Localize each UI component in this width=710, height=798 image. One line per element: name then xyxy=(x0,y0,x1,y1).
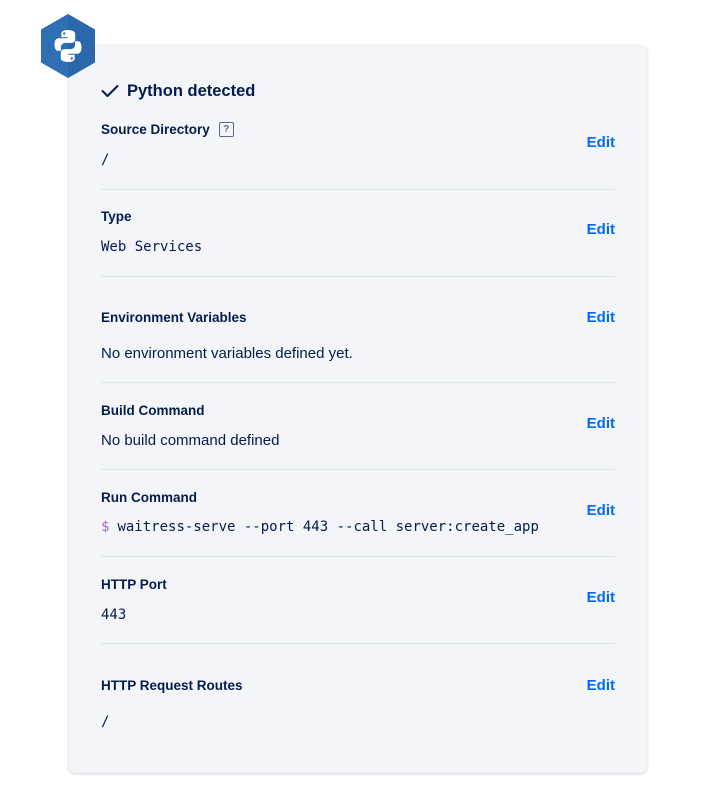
field-value: / xyxy=(101,714,110,730)
edit-http-port-button[interactable]: Edit xyxy=(587,589,615,606)
edit-environment-variables-button[interactable]: Edit xyxy=(587,309,615,326)
run-command-value: $ waitress-serve --port 443 --call server… xyxy=(101,519,539,535)
field-value: 443 xyxy=(101,607,127,623)
field-value: No build command defined xyxy=(101,432,280,449)
edit-build-command-button[interactable]: Edit xyxy=(587,415,615,432)
field-build-command: Build Command No build command defined E… xyxy=(101,383,615,470)
field-value: waitress-serve --port 443 --call server:… xyxy=(117,519,539,535)
check-icon xyxy=(101,85,119,97)
edit-type-button[interactable]: Edit xyxy=(587,221,615,238)
field-run-command: Run Command $ waitress-serve --port 443 -… xyxy=(101,470,615,557)
field-label: HTTP Port xyxy=(101,577,167,592)
field-http-port: HTTP Port 443 Edit xyxy=(101,557,615,644)
field-label: Type xyxy=(101,209,132,224)
field-environment-variables: Environment Variables No environment var… xyxy=(101,277,615,383)
prompt-symbol: $ xyxy=(101,519,110,535)
python-icon xyxy=(41,14,95,78)
detection-status: Python detected xyxy=(101,80,255,102)
field-label: Environment Variables xyxy=(101,310,247,325)
field-value: / xyxy=(101,152,110,168)
field-http-request-routes: HTTP Request Routes / Edit xyxy=(101,644,615,744)
field-value: Web Services xyxy=(101,239,203,255)
field-label: Build Command xyxy=(101,403,205,418)
field-label: Source Directory xyxy=(101,122,210,137)
detection-label: Python detected xyxy=(127,81,256,100)
field-source-directory: Source Directory ? / Edit xyxy=(101,112,615,190)
field-value: No environment variables defined yet. xyxy=(101,345,353,362)
edit-run-command-button[interactable]: Edit xyxy=(587,502,615,519)
edit-source-directory-button[interactable]: Edit xyxy=(587,134,615,151)
help-icon[interactable]: ? xyxy=(218,122,234,137)
field-type: Type Web Services Edit xyxy=(101,190,615,277)
field-label: HTTP Request Routes xyxy=(101,678,243,693)
field-label: Run Command xyxy=(101,490,197,505)
edit-http-request-routes-button[interactable]: Edit xyxy=(587,677,615,694)
